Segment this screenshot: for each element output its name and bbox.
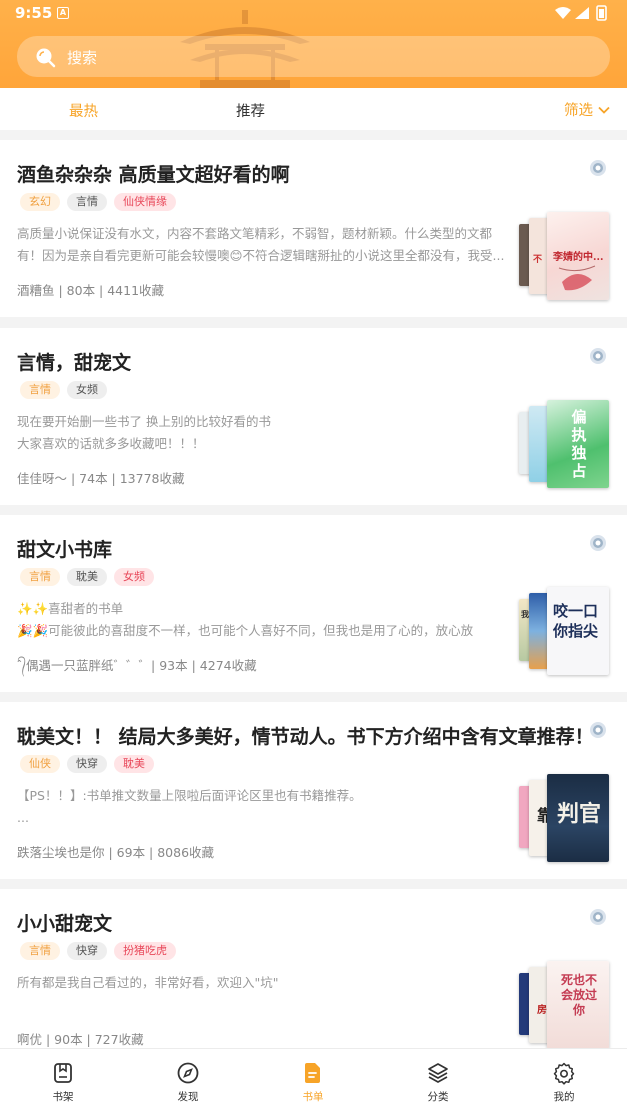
cover-stack: 靠 判官 — [519, 772, 611, 864]
medal-icon — [590, 722, 606, 738]
cover-title: 判官 — [557, 801, 602, 827]
tag: 言情 — [20, 381, 60, 399]
filter-button[interactable]: 筛选 — [564, 99, 611, 120]
medal-icon — [590, 909, 606, 925]
nav-mine[interactable]: 我的 — [524, 1061, 604, 1104]
book-cover: 判官 — [547, 774, 609, 862]
book-cover: 李婧的中... — [547, 212, 609, 300]
tab-hottest[interactable]: 最热 — [69, 100, 98, 121]
tag: 仙侠 — [20, 755, 60, 773]
tag: 耽美 — [114, 755, 154, 773]
cover-title: 李婧的中... — [553, 252, 604, 263]
search-placeholder: 搜索 — [67, 49, 98, 67]
compass-icon — [177, 1062, 199, 1084]
cover-title: 死也不会放过你 — [560, 973, 597, 1017]
booklist-description: 【PS！！】:书单推文数量上限啦后面评论区里也有书籍推荐。 ... — [17, 788, 362, 825]
booklist-title: 耽美文！！ 结局大多美好，情节动人。书下方介绍中含有文章推荐！ — [17, 726, 594, 748]
tag: 扮猪吃虎 — [114, 942, 176, 960]
nav-label: 书单 — [302, 1091, 324, 1103]
tab-bar: 最热 推荐 筛选 — [0, 88, 627, 130]
booklist-meta: ˆ᭄偶遇一只蓝胖纸゛゛゛| 93本 | 4274收藏 — [17, 658, 257, 673]
tag: 言情 — [67, 193, 107, 211]
gear-icon — [553, 1062, 575, 1085]
cover-stack: 房 死也不会放过你 — [519, 959, 611, 1051]
nav-label: 书架 — [52, 1091, 74, 1103]
booklist-title: 小小甜宠文 — [17, 913, 113, 935]
bottom-nav: 书架 发现 书单 分类 我的 — [0, 1048, 627, 1114]
booklist-meta: 酒糟鱼 | 80本 | 4411收藏 — [17, 283, 165, 298]
bookshelf-icon — [54, 1063, 72, 1083]
booklist-card[interactable]: 酒鱼杂杂杂 高质量文超好看的啊 玄幻 言情 仙侠情缘 高质量小说保证没有水文，内… — [0, 140, 627, 317]
cover-title: 咬一口你指尖 — [553, 602, 599, 640]
book-cover: 咬一口你指尖 — [547, 587, 609, 675]
booklist-meta: 佳佳呀～ | 74本 | 13778收藏 — [17, 471, 185, 486]
tag: 仙侠情缘 — [114, 193, 176, 211]
header: 9:55 A 搜索 — [0, 0, 627, 88]
tag: 耽美 — [67, 568, 107, 586]
cover-stack: 偏执独占 — [519, 398, 611, 490]
medal-icon — [590, 535, 606, 551]
booklist-page: 9:55 A 搜索 最热 推荐 筛选 酒鱼杂杂杂 高质量文超好看的啊 玄幻 言情… — [0, 0, 627, 1114]
tag-list: 言情 耽美 女频 — [20, 568, 154, 586]
booklist-icon — [305, 1063, 320, 1083]
cover-stack: 不 李婧的中... — [519, 210, 611, 302]
tag: 言情 — [20, 942, 60, 960]
search-icon — [36, 48, 56, 68]
booklist-meta: 跌落尘埃也是你 | 69本 | 8086收藏 — [17, 845, 215, 860]
booklist-card[interactable]: 小小甜宠文 言情 快穿 扮猪吃虎 所有都是我自己看过的，非常好看，欢迎入"坑" … — [0, 889, 627, 1066]
booklist-title: 甜文小书库 — [17, 539, 113, 561]
nav-label: 我的 — [553, 1091, 575, 1103]
layers-icon — [428, 1063, 448, 1083]
filter-label: 筛选 — [564, 103, 593, 119]
nav-category[interactable]: 分类 — [398, 1061, 478, 1104]
search-bar[interactable]: 搜索 — [17, 36, 610, 77]
book-cover: 死也不会放过你 — [547, 961, 609, 1049]
nav-discover[interactable]: 发现 — [148, 1061, 228, 1104]
booklist-description: 现在要开始删一些书了 换上别的比较好看的书 大家喜欢的话就多多收藏吧！！！ — [17, 414, 271, 451]
cover-art — [558, 265, 596, 291]
booklist-title: 酒鱼杂杂杂 高质量文超好看的啊 — [17, 164, 290, 186]
booklist-card[interactable]: 言情，甜宠文 言情 女频 现在要开始删一些书了 换上别的比较好看的书 大家喜欢的… — [0, 328, 627, 505]
booklist-description: ✨✨喜甜者的书单 🎉🎉可能彼此的喜甜度不一样，也可能个人喜好不同，但我也是用了心… — [17, 601, 474, 638]
tag-list: 言情 女频 — [20, 381, 107, 399]
tag: 女频 — [67, 381, 107, 399]
booklist-card[interactable]: 耽美文！！ 结局大多美好，情节动人。书下方介绍中含有文章推荐！ 仙侠 快穿 耽美… — [0, 702, 627, 879]
nav-label: 分类 — [427, 1091, 449, 1103]
tag: 女频 — [114, 568, 154, 586]
signal-battery-icon — [555, 5, 607, 21]
booklist-card[interactable]: 甜文小书库 言情 耽美 女频 ✨✨喜甜者的书单 🎉🎉可能彼此的喜甜度不一样，也可… — [0, 515, 627, 692]
nav-bookshelf[interactable]: 书架 — [23, 1061, 103, 1104]
cover-stack: 我 咬一口你指尖 — [519, 585, 611, 677]
tag-list: 仙侠 快穿 耽美 — [20, 755, 154, 773]
booklist-title: 言情，甜宠文 — [17, 352, 132, 374]
status-bar: 9:55 A — [0, 0, 627, 26]
cover-title: 偏执独占 — [571, 408, 587, 480]
tag-list: 玄幻 言情 仙侠情缘 — [20, 193, 176, 211]
medal-icon — [590, 160, 606, 176]
tag: 言情 — [20, 568, 60, 586]
nav-label: 发现 — [177, 1091, 199, 1103]
nav-booklist[interactable]: 书单 — [273, 1061, 353, 1104]
tag: 快穿 — [67, 755, 107, 773]
tag: 快穿 — [67, 942, 107, 960]
status-time: 9:55 — [15, 4, 53, 22]
booklist-meta: 啊优 | 90本 | 727收藏 — [17, 1032, 144, 1047]
tab-recommended[interactable]: 推荐 — [236, 100, 265, 121]
booklist-description: 所有都是我自己看过的，非常好看，欢迎入"坑" — [17, 975, 279, 990]
booklist-description: 高质量小说保证没有水文，内容不套路文笔精彩，不弱智，题材新颖。什么类型的文都有！… — [17, 226, 505, 263]
book-cover: 偏执独占 — [547, 400, 609, 488]
chevron-down-icon — [598, 106, 610, 114]
medal-icon — [590, 348, 606, 364]
tag-list: 言情 快穿 扮猪吃虎 — [20, 942, 176, 960]
tag: 玄幻 — [20, 193, 60, 211]
notification-icon: A — [57, 7, 69, 19]
